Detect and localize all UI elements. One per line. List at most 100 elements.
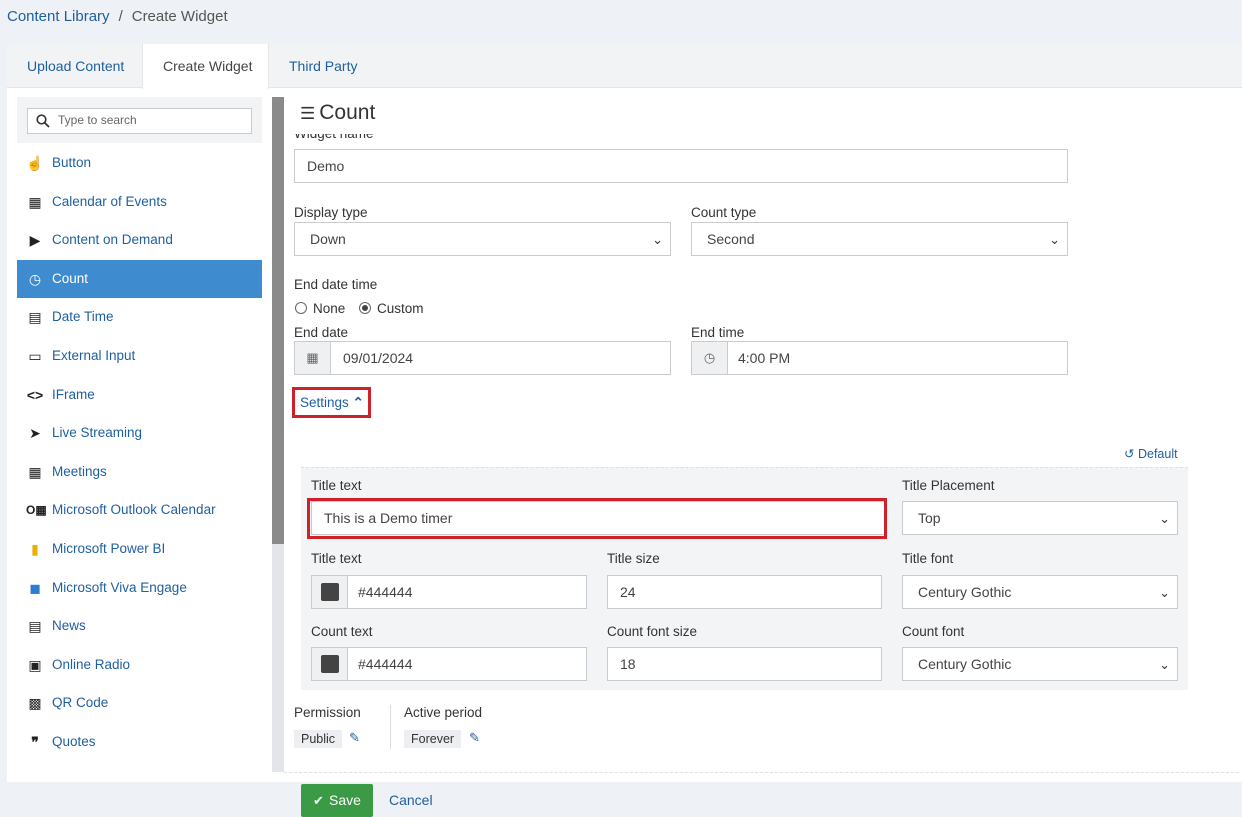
count-font-value: Century Gothic — [918, 656, 1012, 672]
sidebar-item-label: Quotes — [52, 733, 96, 749]
sidebar-scrollbar[interactable] — [272, 97, 284, 772]
radio-circle-icon — [295, 302, 307, 314]
search-field[interactable] — [27, 108, 252, 134]
settings-toggle[interactable]: Settings ⌃ — [292, 387, 371, 418]
sidebar-item-label: Date Time — [52, 309, 114, 325]
sidebar-item-live-streaming[interactable]: ➤ Live Streaming — [17, 414, 262, 453]
sidebar-item-iframe[interactable]: <> IFrame — [17, 376, 262, 415]
display-type-value: Down — [310, 231, 346, 247]
title-color-input[interactable]: #444444 — [311, 575, 587, 609]
count-font-size-label: Count font size — [607, 624, 698, 639]
color-swatch-icon — [321, 583, 339, 601]
divider — [390, 705, 391, 749]
sidebar-item-label: Button — [52, 155, 92, 170]
title-color-value: #444444 — [358, 584, 413, 600]
radio-checked-icon — [359, 302, 371, 314]
title-font-select[interactable]: Century Gothic ⌄ — [902, 575, 1178, 609]
chevron-down-icon: ⌄ — [1159, 511, 1170, 526]
end-date-label: End date — [294, 325, 349, 340]
widget-name-input[interactable]: Demo — [294, 149, 1068, 183]
chevron-down-icon: ⌄ — [1159, 585, 1170, 600]
count-color-swatch[interactable] — [312, 648, 348, 680]
count-font-size-input[interactable]: 18 — [607, 647, 882, 681]
sidebar-item-label: Calendar of Events — [52, 193, 167, 209]
sidebar-item-news[interactable]: ▤ News — [17, 607, 262, 646]
sidebar-item-label: Count — [52, 270, 89, 286]
title-text-label: Title text — [311, 478, 362, 493]
permission-label: Permission — [294, 705, 361, 720]
sidebar-item-online-radio[interactable]: ▣ Online Radio — [17, 646, 262, 685]
viva-engage-icon: ◼ — [29, 579, 41, 596]
sidebar-item-power-bi[interactable]: ▮ Microsoft Power BI — [17, 530, 262, 569]
content-card: Upload Content Create Widget Third Party… — [7, 44, 1242, 817]
permission-badge: Public — [294, 730, 343, 748]
scrollbar-thumb[interactable] — [272, 97, 284, 544]
search-icon — [36, 114, 50, 128]
keyboard-icon: ▭ — [28, 347, 42, 364]
page-title-text: Count — [319, 101, 376, 124]
widget-form: ☰Count Widget name Demo Display type Dow… — [284, 97, 1239, 817]
end-date-input[interactable]: ▦ 09/01/2024 — [294, 341, 671, 375]
count-color-input[interactable]: #444444 — [311, 647, 587, 681]
quote-icon: ❞ — [31, 733, 39, 750]
clock-icon[interactable]: ◷ — [692, 342, 728, 374]
tab-third-party[interactable]: Third Party — [269, 44, 377, 88]
tab-upload-content[interactable]: Upload Content — [7, 44, 144, 88]
edit-permission-pencil-icon[interactable]: ✎ — [349, 730, 360, 746]
settings-panel: Title text This is a Demo timer Title Pl… — [301, 467, 1188, 690]
count-font-select[interactable]: Century Gothic ⌄ — [902, 647, 1178, 681]
count-color-label: Count text — [311, 624, 373, 639]
active-period-label: Active period — [404, 705, 483, 720]
sidebar-item-external-input[interactable]: ▭ External Input — [17, 337, 262, 376]
sidebar-item-date-time[interactable]: ▤ Date Time — [17, 298, 262, 337]
title-size-input[interactable]: 24 — [607, 575, 882, 609]
menu-bars-icon: ☰ — [300, 104, 316, 123]
sidebar-item-viva-engage[interactable]: ◼ Microsoft Viva Engage — [17, 569, 262, 608]
search-input[interactable] — [56, 112, 246, 128]
sidebar-item-outlook-calendar[interactable]: O▦ Microsoft Outlook Calendar — [17, 491, 262, 530]
cancel-button[interactable]: Cancel — [389, 792, 433, 808]
hand-pointer-icon: ☝ — [26, 155, 44, 171]
radio-custom[interactable]: Custom — [359, 301, 424, 316]
widget-name-label: Widget name — [294, 134, 374, 142]
outlook-icon: O▦ — [26, 503, 47, 518]
count-type-label: Count type — [691, 205, 757, 220]
sidebar-item-label: Microsoft Viva Engage — [52, 579, 187, 595]
end-time-input[interactable]: ◷ 4:00 PM — [691, 341, 1068, 375]
title-color-swatch[interactable] — [312, 576, 348, 608]
title-placement-select[interactable]: Top ⌄ — [902, 501, 1178, 535]
radio-custom-label: Custom — [377, 301, 424, 316]
breadcrumb: Content Library / Create Widget — [7, 8, 228, 25]
sidebar-item-label: External Input — [52, 347, 136, 363]
sidebar-item-label: News — [52, 618, 86, 634]
title-placement-value: Top — [918, 510, 941, 526]
save-label: Save — [329, 792, 361, 808]
title-font-label: Title font — [902, 551, 954, 566]
radio-none[interactable]: None — [295, 301, 345, 316]
sidebar-item-content-on-demand[interactable]: ▶ Content on Demand — [17, 221, 262, 260]
reset-default-link[interactable]: ↺ Default — [1124, 446, 1178, 461]
calendar-icon[interactable]: ▦ — [295, 342, 331, 374]
calendar-clock-icon: ▤ — [28, 309, 42, 326]
sidebar-item-meetings[interactable]: ▦ Meetings — [17, 453, 262, 492]
save-button[interactable]: ✔ Save — [301, 784, 373, 817]
sidebar-item-qr-code[interactable]: ▩ QR Code — [17, 684, 262, 723]
display-type-select[interactable]: Down ⌄ — [294, 222, 671, 256]
tab-create-widget[interactable]: Create Widget — [142, 44, 269, 89]
code-icon: <> — [26, 386, 44, 403]
color-swatch-icon — [321, 655, 339, 673]
breadcrumb-content-library[interactable]: Content Library — [7, 8, 110, 25]
sidebar-item-quotes[interactable]: ❞ Quotes — [17, 723, 262, 762]
edit-active-period-pencil-icon[interactable]: ✎ — [469, 730, 480, 746]
title-text-highlight — [307, 498, 887, 539]
sidebar-item-calendar-of-events[interactable]: ▦ Calendar of Events — [17, 183, 262, 222]
radio-none-label: None — [313, 301, 346, 316]
sidebar-item-label: Microsoft Power BI — [52, 540, 166, 556]
broadcast-icon: ➤ — [29, 425, 41, 442]
sidebar-item-button[interactable]: ☝ Button — [17, 144, 262, 183]
calendar-icon: ▦ — [28, 193, 42, 210]
sidebar-item-count[interactable]: ◷ Count — [17, 259, 262, 299]
sidebar-item-label: Online Radio — [52, 656, 131, 672]
count-type-select[interactable]: Second ⌄ — [691, 222, 1068, 256]
check-icon: ✔ — [313, 793, 324, 808]
